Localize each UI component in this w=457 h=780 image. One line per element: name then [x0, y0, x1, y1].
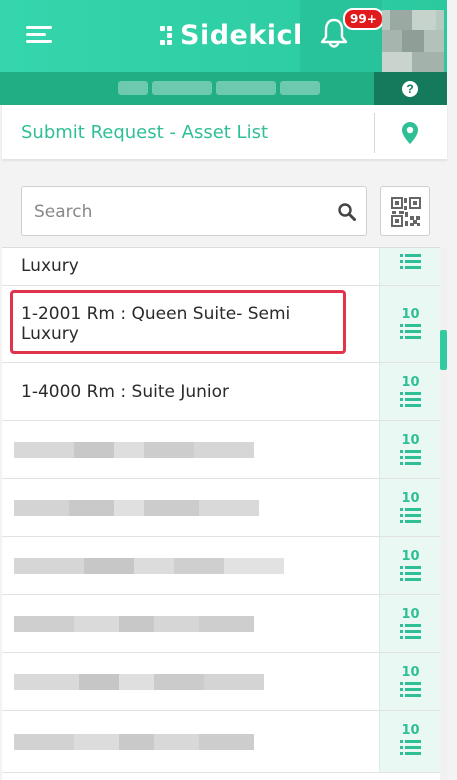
- logo-dots-icon: [160, 24, 174, 46]
- redacted-text: [14, 442, 254, 458]
- list-item-count: 10: [401, 723, 420, 738]
- list-icon: [400, 508, 421, 523]
- list-icon: [400, 324, 421, 339]
- list-icon: [400, 682, 421, 697]
- page-title-bar: Submit Request - Asset List: [2, 105, 447, 160]
- qr-code-icon: [391, 197, 421, 227]
- list-item-label-line2: Luxury: [21, 324, 79, 344]
- app-name: Sidekick: [180, 19, 312, 51]
- list-item[interactable]: Luxury: [2, 248, 440, 286]
- redacted-text: [14, 674, 264, 690]
- list-item-count-button[interactable]: 10: [379, 711, 440, 772]
- redacted-text: [152, 81, 212, 95]
- list-icon: [400, 740, 421, 755]
- list-icon: [400, 624, 421, 639]
- list-item-count: 10: [401, 375, 420, 390]
- redacted-text: [118, 81, 148, 95]
- list-icon: [400, 254, 421, 269]
- list-item-count: 10: [401, 665, 420, 680]
- list-item-count: 10: [401, 307, 420, 322]
- redacted-text: [14, 500, 259, 516]
- avatar[interactable]: [382, 10, 444, 72]
- list-item[interactable]: 10: [2, 479, 440, 537]
- list-item-label: 1-4000 Rm : Suite Junior: [21, 382, 230, 402]
- list-item-count-button[interactable]: 10: [379, 595, 440, 652]
- search-input[interactable]: [34, 199, 324, 225]
- list-scrollbar-thumb[interactable]: [440, 330, 447, 370]
- search-icon[interactable]: [338, 203, 356, 221]
- asset-list: Luxury 1-2001 Rm : Queen Suite- Semi Lux…: [2, 247, 440, 780]
- list-item-count: 10: [401, 491, 420, 506]
- list-item[interactable]: 10: [2, 595, 440, 653]
- list-icon: [400, 392, 421, 407]
- list-item[interactable]: 10: [2, 653, 440, 711]
- list-item[interactable]: 1-2001 Rm : Queen Suite- Semi Luxury 10: [2, 286, 440, 363]
- list-item-count-button[interactable]: 10: [379, 653, 440, 710]
- search-box: [21, 186, 367, 236]
- list-item-count-button[interactable]: [379, 248, 440, 285]
- redacted-text: [14, 734, 254, 750]
- list-scrollbar-track[interactable]: [440, 247, 447, 780]
- list-icon: [400, 450, 421, 465]
- user-info-bar: ?: [0, 72, 447, 105]
- qr-scan-button[interactable]: [380, 186, 430, 236]
- list-item[interactable]: 10: [2, 711, 440, 773]
- list-item-count: 10: [401, 549, 420, 564]
- list-item-count-button[interactable]: 10: [379, 363, 440, 420]
- list-item[interactable]: 10: [2, 421, 440, 479]
- list-item[interactable]: 1-4000 Rm : Suite Junior 10: [2, 363, 440, 421]
- list-item-label: Luxury: [21, 256, 79, 276]
- notification-badge: 99+: [343, 8, 384, 30]
- help-icon[interactable]: ?: [402, 81, 418, 97]
- notifications-button[interactable]: 99+: [300, 0, 384, 72]
- list-item-count-button[interactable]: 10: [379, 421, 440, 478]
- app-header: Sidekick 99+: [0, 0, 447, 72]
- page-title: Submit Request - Asset List: [21, 122, 269, 143]
- list-item[interactable]: 10: [2, 537, 440, 595]
- list-item-count-button[interactable]: 10: [379, 537, 440, 594]
- location-pin-icon[interactable]: [402, 122, 418, 144]
- list-item-count-button[interactable]: 10: [379, 479, 440, 536]
- app-logo: Sidekick: [160, 18, 312, 52]
- redacted-text: [14, 558, 284, 574]
- redacted-text: [14, 616, 254, 632]
- menu-icon[interactable]: [26, 24, 52, 46]
- redacted-text: [280, 81, 320, 95]
- list-icon: [400, 566, 421, 581]
- list-item-label-line1: 1-2001 Rm : Queen Suite- Semi: [21, 304, 291, 324]
- title-divider: [374, 113, 375, 153]
- list-item-count: 10: [401, 433, 420, 448]
- redacted-text: [216, 81, 276, 95]
- help-zone: ?: [374, 72, 447, 105]
- list-item-count-button[interactable]: 10: [379, 286, 440, 362]
- list-item-count: 10: [401, 607, 420, 622]
